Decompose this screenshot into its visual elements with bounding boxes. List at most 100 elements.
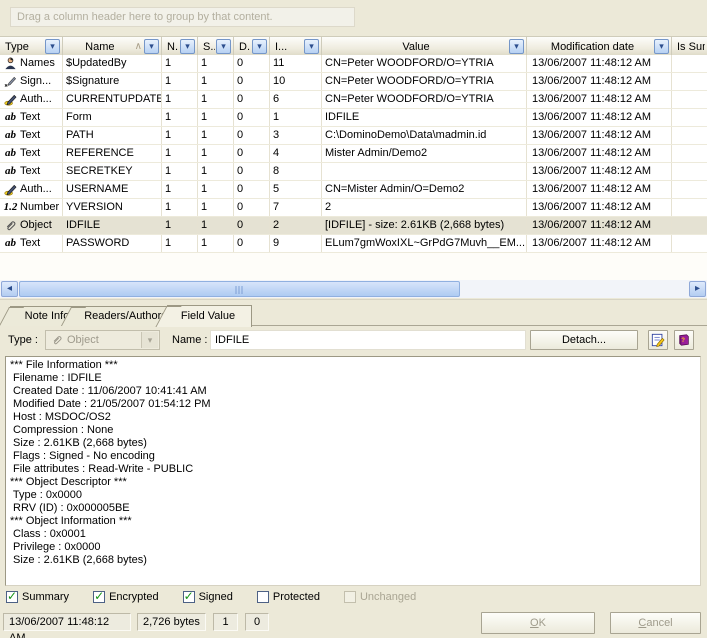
cell-type: Auth...	[0, 91, 63, 108]
cell-i: 6	[270, 91, 322, 108]
object-icon	[3, 219, 18, 233]
checked-checkbox-icon[interactable]: ✓	[93, 591, 105, 603]
number-icon: 1.2	[3, 201, 18, 215]
filter-dropdown-icon[interactable]: ▾	[509, 39, 524, 54]
cancel-button[interactable]: Cancel	[610, 612, 701, 634]
column-label: Type	[2, 41, 44, 53]
field-value-panel: Type : Object ▾ Name : IDFILE Detach... …	[0, 330, 707, 352]
ok-button[interactable]: OK	[481, 612, 595, 634]
horizontal-scrollbar[interactable]: ◂ ▸	[0, 280, 707, 298]
checked-checkbox-icon[interactable]: ✓	[6, 591, 18, 603]
edit-document-icon[interactable]	[648, 330, 668, 350]
cell-i: 5	[270, 181, 322, 198]
cell-d: 0	[234, 181, 270, 198]
cell-type-label: Text	[20, 109, 40, 126]
cell-modification-date: 13/06/2007 11:48:12 AM	[527, 73, 672, 90]
filter-dropdown-icon[interactable]: ▾	[45, 39, 60, 54]
cell-n: 1	[162, 91, 198, 108]
type-value: Object	[67, 334, 99, 346]
cell-type-label: Object	[20, 217, 52, 234]
cell-is-sum	[672, 181, 707, 198]
cell-is-sum	[672, 217, 707, 234]
unchecked-checkbox-icon[interactable]	[257, 591, 269, 603]
names-icon	[3, 57, 18, 71]
column-header-modification-date[interactable]: Modification date ▾	[527, 37, 672, 56]
cell-s: 1	[198, 55, 234, 72]
scrollbar-grip-icon	[235, 286, 244, 294]
table-row[interactable]: 1.2NumberYVERSION1107213/06/2007 11:48:1…	[0, 199, 707, 217]
cell-name: YVERSION	[63, 199, 162, 216]
cell-n: 1	[162, 127, 198, 144]
text-icon: ab	[3, 147, 18, 161]
checkbox-summary[interactable]: ✓Summary	[6, 591, 69, 603]
file-information-text: *** File Information *** Filename : IDFI…	[10, 359, 700, 567]
tab-field-value[interactable]: Field Value	[167, 305, 252, 327]
column-header-n[interactable]: N... ▾	[162, 37, 198, 56]
cell-type: abText	[0, 109, 63, 126]
table-row[interactable]: Names$UpdatedBy11011CN=Peter WOODFORD/O=…	[0, 55, 707, 73]
cell-i: 7	[270, 199, 322, 216]
checkbox-encrypted[interactable]: ✓ Encrypted	[93, 591, 159, 603]
column-header-i[interactable]: I... ▾	[270, 37, 322, 56]
filter-dropdown-icon[interactable]: ▾	[144, 39, 159, 54]
name-field[interactable]: IDFILE	[210, 330, 526, 350]
cell-d: 0	[234, 109, 270, 126]
column-header-type[interactable]: Type ▾	[0, 37, 63, 56]
checkbox-protected[interactable]: Protected	[257, 591, 320, 603]
cell-value	[322, 163, 527, 180]
filter-dropdown-icon[interactable]: ▾	[304, 39, 319, 54]
unchecked-checkbox-icon	[344, 591, 356, 603]
table-row[interactable]: abTextREFERENCE1104Mister Admin/Demo213/…	[0, 145, 707, 163]
cell-type: Sign...	[0, 73, 63, 90]
detach-button[interactable]: Detach...	[530, 330, 638, 350]
table-row[interactable]: Auth...USERNAME1105CN=Mister Admin/O=Dem…	[0, 181, 707, 199]
cell-name: PATH	[63, 127, 162, 144]
cell-modification-date: 13/06/2007 11:48:12 AM	[527, 181, 672, 198]
file-information-textarea[interactable]: *** File Information *** Filename : IDFI…	[5, 356, 701, 586]
table-row[interactable]: abTextForm1101IDFILE13/06/2007 11:48:12 …	[0, 109, 707, 127]
scroll-left-icon[interactable]: ◂	[1, 281, 18, 297]
column-header-s[interactable]: S... ▾	[198, 37, 234, 56]
table-row[interactable]: Auth...CURRENTUPDATER1106CN=Peter WOODFO…	[0, 91, 707, 109]
cell-modification-date: 13/06/2007 11:48:12 AM	[527, 217, 672, 234]
table-row[interactable]: abTextPASSWORD1109ELum7gmWoxIXL~GrPdG7Mu…	[0, 235, 707, 253]
filter-dropdown-icon[interactable]: ▾	[252, 39, 267, 54]
table-row[interactable]: abTextSECRETKEY110813/06/2007 11:48:12 A…	[0, 163, 707, 181]
cell-s: 1	[198, 163, 234, 180]
filter-dropdown-icon[interactable]: ▾	[180, 39, 195, 54]
cell-is-sum	[672, 109, 707, 126]
cell-is-sum	[672, 145, 707, 162]
filter-dropdown-icon[interactable]: ▾	[216, 39, 231, 54]
column-header-d[interactable]: D... ▾	[234, 37, 270, 56]
cell-i: 1	[270, 109, 322, 126]
cell-value: CN=Mister Admin/O=Demo2	[322, 181, 527, 198]
cell-n: 1	[162, 163, 198, 180]
table-row[interactable]: ObjectIDFILE1102[IDFILE] - size: 2.61KB …	[0, 217, 707, 235]
cell-type: 1.2Number	[0, 199, 63, 216]
cell-d: 0	[234, 235, 270, 252]
checkbox-label: Signed	[199, 591, 233, 603]
status-count-1: 1	[213, 613, 238, 631]
scrollbar-thumb[interactable]	[19, 281, 460, 297]
checked-checkbox-icon[interactable]: ✓	[183, 591, 195, 603]
filter-dropdown-icon[interactable]: ▾	[654, 39, 669, 54]
cell-type-label: Text	[20, 145, 40, 162]
scroll-right-icon[interactable]: ▸	[689, 281, 706, 297]
column-header-is-sum[interactable]: Is Sum	[672, 37, 707, 56]
cell-s: 1	[198, 127, 234, 144]
column-header-name[interactable]: Name ∧ ▾	[63, 37, 162, 56]
column-header-value[interactable]: Value ▾	[322, 37, 527, 56]
status-modified-date: 13/06/2007 11:48:12 AM	[3, 613, 131, 631]
table-row[interactable]: Sign...$Signature11010CN=Peter WOODFORD/…	[0, 73, 707, 91]
table-row[interactable]: abTextPATH1103C:\DominoDemo\Data\madmin.…	[0, 127, 707, 145]
group-by-bar[interactable]: Drag a column header here to group by th…	[10, 7, 355, 27]
checkbox-signed[interactable]: ✓ Signed	[183, 591, 233, 603]
cell-s: 1	[198, 217, 234, 234]
checkbox-label: Encrypted	[109, 591, 159, 603]
help-book-icon[interactable]: ?	[674, 330, 694, 350]
cell-n: 1	[162, 199, 198, 216]
cell-d: 0	[234, 73, 270, 90]
cell-d: 0	[234, 91, 270, 108]
type-label: Type :	[8, 334, 38, 346]
cell-value: CN=Peter WOODFORD/O=YTRIA	[322, 91, 527, 108]
